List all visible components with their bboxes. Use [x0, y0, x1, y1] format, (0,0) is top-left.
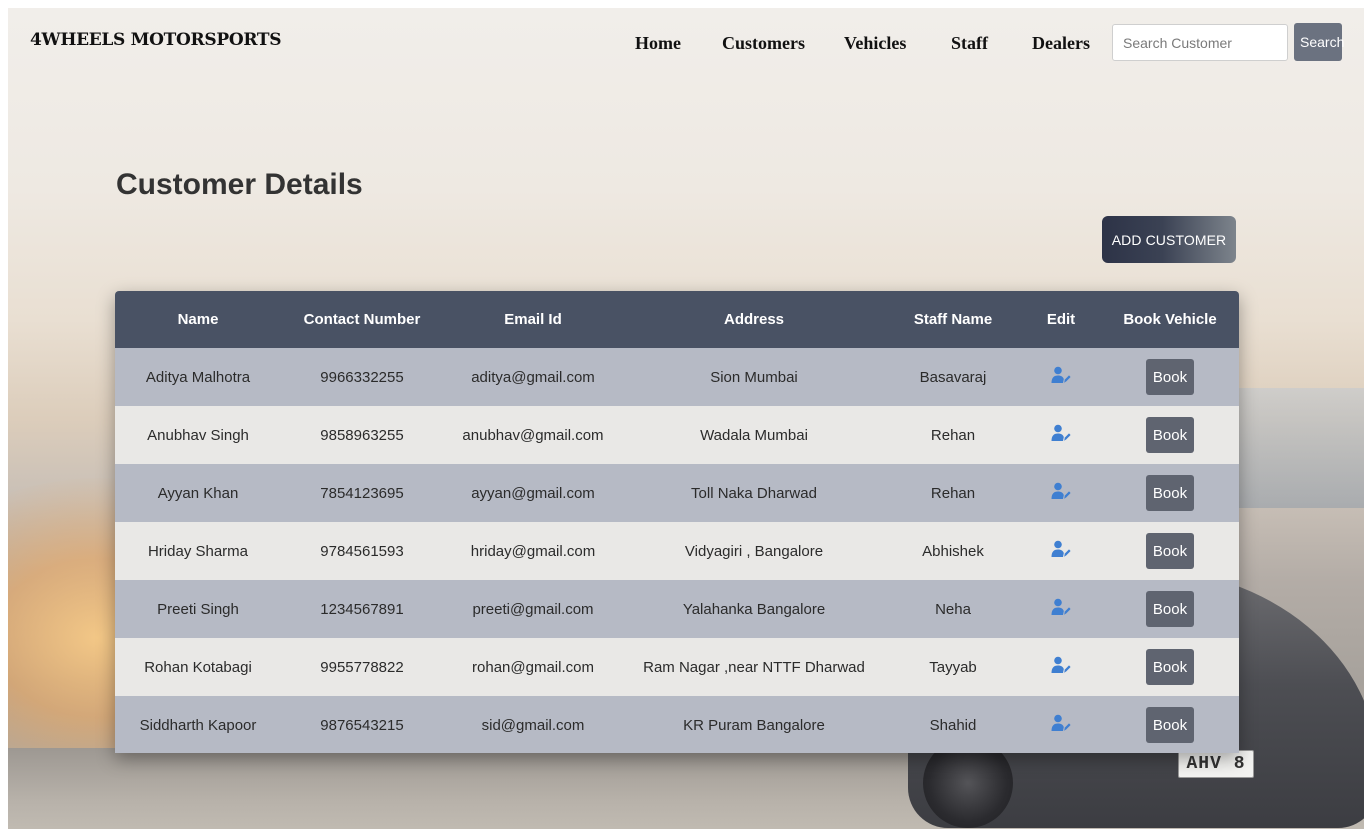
- book-button[interactable]: Book: [1146, 649, 1194, 685]
- cell-edit: [1021, 348, 1101, 406]
- book-button[interactable]: Book: [1146, 359, 1194, 395]
- cell-name: Siddharth Kapoor: [139, 716, 257, 734]
- cell-edit: [1021, 522, 1101, 580]
- header-name: Name: [177, 311, 219, 328]
- user-edit-icon[interactable]: [1051, 598, 1071, 620]
- cell-contact-number: 1234567891: [320, 600, 404, 618]
- cell-edit: [1021, 638, 1101, 696]
- customer-table-body: Aditya Malhotra 9966332255 aditya@gmail.co…: [115, 348, 1239, 753]
- cell-edit: [1021, 406, 1101, 464]
- cell-edit: [1021, 696, 1101, 753]
- cell-staff-name: Neha: [935, 600, 971, 618]
- cell-email: hriday@gmail.com: [470, 542, 596, 560]
- table-row: Preeti Singh 1234567891 preeti@gmail.com Ya…: [115, 580, 1239, 638]
- user-edit-icon[interactable]: [1051, 424, 1071, 446]
- cell-staff-name: Shahid: [929, 716, 977, 734]
- cell-staff-name: Rehan: [930, 426, 976, 444]
- cell-address: Sion Mumbai: [710, 368, 798, 386]
- user-edit-icon[interactable]: [1051, 482, 1071, 504]
- cell-book-vehicle: Book: [1101, 638, 1239, 696]
- nav-customers[interactable]: Customers: [722, 33, 805, 54]
- table-row: Siddharth Kapoor 9876543215 sid@gmail.com K…: [115, 696, 1239, 753]
- search-customer-input[interactable]: [1112, 24, 1288, 61]
- cell-name: Hriday Sharma: [147, 542, 249, 560]
- cell-contact-number: 9876543215: [320, 716, 404, 734]
- cell-email: sid@gmail.com: [481, 716, 585, 734]
- cell-email: rohan@gmail.com: [472, 658, 594, 676]
- book-button[interactable]: Book: [1146, 591, 1194, 627]
- page-title: Customer Details: [116, 168, 363, 201]
- cell-email: ayyan@gmail.com: [471, 484, 595, 502]
- cell-address: Yalahanka Bangalore: [682, 600, 826, 618]
- cell-name: Anubhav Singh: [147, 426, 249, 444]
- cell-contact-number: 7854123695: [320, 484, 404, 502]
- cell-name: Rohan Kotabagi: [144, 658, 252, 676]
- nav-dealers[interactable]: Dealers: [1032, 33, 1090, 54]
- header-contact-number: Contact Number: [303, 311, 421, 328]
- cell-email: preeti@gmail.com: [472, 600, 594, 618]
- table-header-row: Name Contact Number Email Id Address Sta…: [115, 291, 1239, 348]
- cell-address: Vidyagiri , Bangalore: [684, 542, 824, 560]
- header-email-id: Email Id: [504, 311, 562, 328]
- cell-book-vehicle: Book: [1101, 580, 1239, 638]
- user-edit-icon[interactable]: [1051, 366, 1071, 388]
- brand-logo[interactable]: 4WHEELS MOTORSPORTS: [30, 30, 281, 50]
- header-address: Address: [723, 311, 785, 328]
- cell-book-vehicle: Book: [1101, 348, 1239, 406]
- cell-contact-number: 9784561593: [320, 542, 404, 560]
- book-button[interactable]: Book: [1146, 533, 1194, 569]
- book-button[interactable]: Book: [1146, 417, 1194, 453]
- user-edit-icon[interactable]: [1051, 540, 1071, 562]
- cell-name: Aditya Malhotra: [145, 368, 251, 386]
- cell-book-vehicle: Book: [1101, 696, 1239, 753]
- cell-book-vehicle: Book: [1101, 522, 1239, 580]
- cell-email: aditya@gmail.com: [471, 368, 595, 386]
- nav-vehicles[interactable]: Vehicles: [844, 33, 906, 54]
- book-button[interactable]: Book: [1146, 475, 1194, 511]
- table-row: Hriday Sharma 9784561593 hriday@gmail.com V…: [115, 522, 1239, 580]
- header-book-vehicle: Book Vehicle: [1123, 311, 1217, 328]
- cell-contact-number: 9966332255: [320, 368, 404, 386]
- cell-edit: [1021, 464, 1101, 522]
- table-row: Anubhav Singh 9858963255 anubhav@gmail.com…: [115, 406, 1239, 464]
- table-row: Ayyan Khan 7854123695 ayyan@gmail.com Toll …: [115, 464, 1239, 522]
- cell-name: Ayyan Khan: [157, 484, 239, 502]
- cell-staff-name: Abhishek: [922, 542, 984, 560]
- cell-staff-name: Basavaraj: [919, 368, 987, 386]
- cell-staff-name: Rehan: [930, 484, 976, 502]
- cell-contact-number: 9858963255: [320, 426, 404, 444]
- table-row: Rohan Kotabagi 9955778822 rohan@gmail.com R…: [115, 638, 1239, 696]
- header-edit: Edit: [1046, 311, 1076, 328]
- cell-address: KR Puram Bangalore: [683, 716, 825, 734]
- cell-name: Preeti Singh: [157, 600, 239, 618]
- book-button[interactable]: Book: [1146, 707, 1194, 743]
- header-staff-name: Staff Name: [913, 311, 993, 328]
- cell-email: anubhav@gmail.com: [462, 426, 604, 444]
- add-customer-button[interactable]: ADD CUSTOMER: [1102, 216, 1236, 263]
- cell-book-vehicle: Book: [1101, 406, 1239, 464]
- nav-staff[interactable]: Staff: [951, 33, 988, 54]
- search-button[interactable]: Search: [1294, 23, 1344, 61]
- license-plate: AHV 8: [1178, 750, 1254, 778]
- cell-contact-number: 9955778822: [320, 658, 404, 676]
- cell-address: Toll Naka Dharwad: [691, 484, 817, 502]
- customer-table-container: Name Contact Number Email Id Address Sta…: [115, 291, 1239, 753]
- nav-home[interactable]: Home: [635, 33, 681, 54]
- customer-table: Name Contact Number Email Id Address Sta…: [115, 291, 1239, 753]
- user-edit-icon[interactable]: [1051, 714, 1071, 736]
- cell-address: Ram Nagar ,near NTTF Dharwad: [643, 658, 865, 676]
- cell-book-vehicle: Book: [1101, 464, 1239, 522]
- user-edit-icon[interactable]: [1051, 656, 1071, 678]
- cell-staff-name: Tayyab: [929, 658, 977, 676]
- cell-edit: [1021, 580, 1101, 638]
- cell-address: Wadala Mumbai: [700, 426, 808, 444]
- table-row: Aditya Malhotra 9966332255 aditya@gmail.co…: [115, 348, 1239, 406]
